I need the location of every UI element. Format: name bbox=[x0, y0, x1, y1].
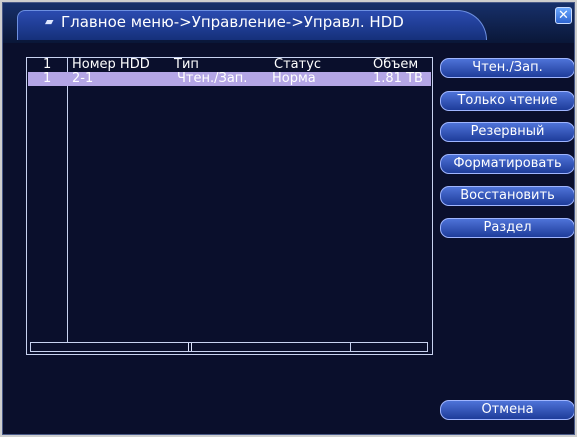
restore-button[interactable]: Восстановить bbox=[440, 186, 574, 206]
horizontal-scrollbar[interactable] bbox=[30, 342, 428, 352]
format-button[interactable]: Форматировать bbox=[440, 154, 574, 174]
row-index: 1 bbox=[43, 71, 52, 86]
partition-button[interactable]: Раздел bbox=[440, 218, 574, 238]
header-hdd-number[interactable]: Номер HDD bbox=[72, 58, 150, 72]
title-bar: ▰ Главное меню->Управление->Управл. HDD … bbox=[3, 3, 574, 43]
hdd-management-window: ▰ Главное меню->Управление->Управл. HDD … bbox=[2, 2, 575, 435]
close-button[interactable]: ✕ bbox=[555, 7, 572, 24]
read-only-button[interactable]: Только чтение bbox=[440, 91, 574, 111]
row-hdd-number: 2-1 bbox=[72, 71, 94, 86]
header-type[interactable]: Тип bbox=[174, 58, 199, 72]
header-status[interactable]: Статус bbox=[274, 58, 321, 72]
header-index: 1 bbox=[43, 57, 52, 72]
read-write-button[interactable]: Чтен./Зап. bbox=[440, 58, 574, 78]
menu-icon: ▰ bbox=[45, 15, 54, 28]
cancel-button[interactable]: Отмена bbox=[440, 400, 574, 420]
row-type: Чтен./Зап. bbox=[177, 71, 248, 86]
column-separator bbox=[67, 58, 68, 344]
row-status: Норма bbox=[272, 71, 316, 86]
header-capacity[interactable]: Объем bbox=[373, 58, 418, 72]
row-capacity: 1.81 TB bbox=[373, 71, 423, 86]
backup-button[interactable]: Резервный bbox=[440, 122, 574, 142]
hdd-table: 1 Номер HDD Тип Статус Объем 1 2-1 Чтен.… bbox=[26, 57, 433, 355]
window-title: Главное меню->Управление->Управл. HDD bbox=[61, 13, 404, 31]
scrollbar-grip-icon[interactable] bbox=[188, 343, 192, 351]
